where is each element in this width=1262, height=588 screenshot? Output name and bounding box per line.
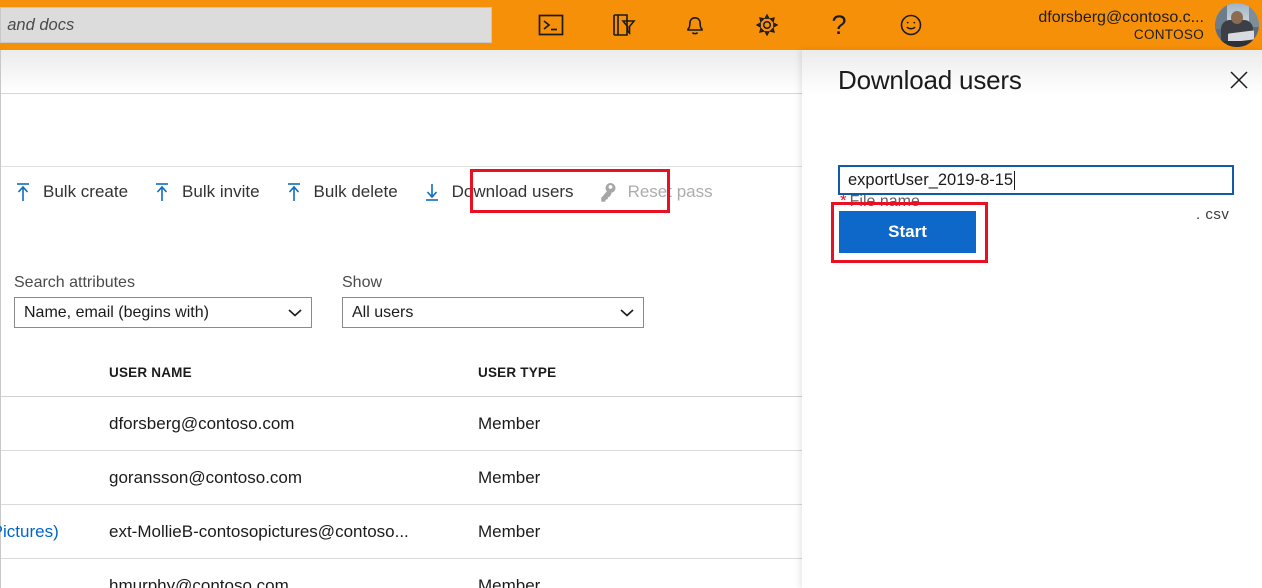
- cell-user-type: Member: [478, 468, 540, 488]
- close-icon[interactable]: [1222, 64, 1256, 96]
- search-attributes-value: Name, email (begins with): [15, 304, 209, 322]
- blade-subheader-area: [1, 94, 802, 167]
- directory-filter-icon[interactable]: [587, 0, 659, 50]
- feedback-icon[interactable]: [875, 0, 947, 50]
- file-name-label-text: File name: [850, 193, 920, 210]
- table-row[interactable]: dforsberg@contoso.com Member: [1, 397, 802, 451]
- gear-icon[interactable]: [731, 0, 803, 50]
- table-row[interactable]: hmurphy@contoso.com Member: [1, 559, 802, 588]
- bulk-invite-button[interactable]: Bulk invite: [140, 171, 271, 213]
- filter-row: Search attributes Name, email (begins wi…: [1, 262, 802, 342]
- help-glyph: ?: [831, 12, 846, 39]
- search-attributes-field: Search attributes Name, email (begins wi…: [14, 274, 312, 328]
- top-navigation-bar: rvices, and docs: [0, 0, 1262, 50]
- bulk-delete-button[interactable]: Bulk delete: [272, 171, 410, 213]
- download-icon: [422, 181, 442, 203]
- global-search-input[interactable]: rvices, and docs: [0, 7, 492, 43]
- cell-user-type: Member: [478, 522, 540, 542]
- search-attributes-label: Search attributes: [14, 274, 312, 292]
- users-blade: Bulk create Bulk invite: [0, 50, 802, 588]
- show-select[interactable]: All users: [342, 297, 644, 328]
- topbar-icon-group: ?: [515, 0, 947, 50]
- table-row[interactable]: so Pictures) ext-MollieB-contosopictures…: [1, 505, 802, 559]
- table-row[interactable]: goransson@contoso.com Member: [1, 451, 802, 505]
- column-header-user-name: USER NAME: [109, 365, 192, 380]
- reset-password-button: Reset pass: [586, 171, 725, 213]
- download-users-button[interactable]: Download users: [410, 171, 586, 213]
- cell-user-name: goransson@contoso.com: [109, 468, 302, 488]
- account-info[interactable]: dforsberg@contoso.c... CONTOSO: [1038, 0, 1204, 50]
- show-value: All users: [343, 304, 413, 322]
- account-email: dforsberg@contoso.c...: [1038, 8, 1204, 27]
- cell-user-type: Member: [478, 576, 540, 588]
- global-search-placeholder: rvices, and docs: [0, 16, 74, 35]
- key-icon: [598, 181, 618, 203]
- command-toolbar: Bulk create Bulk invite: [1, 167, 802, 217]
- cell-directory-link[interactable]: so Pictures): [0, 522, 59, 542]
- help-icon[interactable]: ?: [803, 0, 875, 50]
- file-extension-note: . csv: [1196, 206, 1229, 223]
- show-field: Show All users: [342, 274, 644, 328]
- azure-portal-screen: rvices, and docs: [0, 0, 1262, 588]
- reset-password-label: Reset pass: [628, 182, 713, 202]
- avatar[interactable]: [1215, 3, 1259, 47]
- upload-icon: [13, 181, 33, 203]
- chevron-down-icon: [288, 308, 302, 317]
- table-header-row: USER NAME USER TYPE: [1, 348, 802, 397]
- file-name-value: exportUser_2019-8-15: [840, 171, 1013, 190]
- panel-title: Download users: [838, 65, 1022, 96]
- show-label: Show: [342, 274, 644, 292]
- bulk-delete-label: Bulk delete: [314, 182, 398, 202]
- cell-user-name: ext-MollieB-contosopictures@contoso...: [109, 522, 409, 542]
- download-users-label: Download users: [452, 182, 574, 202]
- upload-icon: [152, 181, 172, 203]
- cell-user-name: hmurphy@contoso.com: [109, 576, 289, 588]
- bulk-create-label: Bulk create: [43, 182, 128, 202]
- download-users-panel: Download users *File name: [802, 50, 1262, 588]
- search-attributes-select[interactable]: Name, email (begins with): [14, 297, 312, 328]
- bulk-create-button[interactable]: Bulk create: [1, 171, 140, 213]
- account-organization: CONTOSO: [1134, 27, 1204, 43]
- cloud-shell-icon[interactable]: [515, 0, 587, 50]
- users-table: USER NAME USER TYPE dforsberg@contoso.co…: [1, 348, 802, 588]
- blade-header-area: [1, 50, 802, 94]
- cell-user-name: dforsberg@contoso.com: [109, 414, 294, 434]
- bell-icon[interactable]: [659, 0, 731, 50]
- start-button[interactable]: Start: [839, 211, 976, 253]
- cell-user-type: Member: [478, 414, 540, 434]
- upload-icon: [284, 181, 304, 203]
- chevron-down-icon: [620, 308, 634, 317]
- column-header-user-type: USER TYPE: [478, 365, 556, 380]
- text-cursor: [1014, 171, 1015, 190]
- bulk-invite-label: Bulk invite: [182, 182, 259, 202]
- file-name-input[interactable]: exportUser_2019-8-15: [838, 165, 1234, 195]
